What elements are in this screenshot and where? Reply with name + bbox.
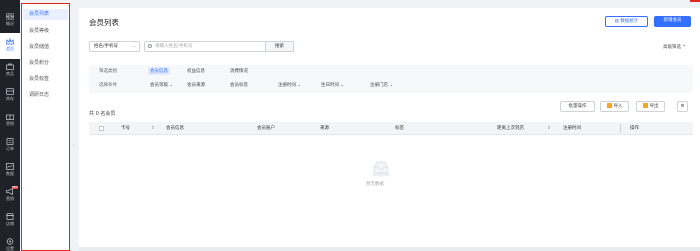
- new-badge: NEW: [12, 186, 18, 189]
- table-header: 卡号 ⇕ 会员信息 会员账户 来源 标签 距离上次到店 ⇕ 注册时间 操作: [89, 122, 693, 135]
- batch-operation-button[interactable]: 批量操作: [560, 101, 595, 112]
- nav-item-data[interactable]: 数据: [0, 158, 20, 184]
- nav-item-promo[interactable]: NEW 营销: [0, 183, 20, 209]
- column-member-account[interactable]: 会员账户: [257, 122, 275, 135]
- export-label: 导出: [649, 104, 659, 109]
- submenu-item-member-list[interactable]: 会员列表: [23, 9, 68, 20]
- nav-item-member[interactable]: 会员: [0, 33, 20, 59]
- nav-item-overview[interactable]: 概况: [0, 8, 20, 34]
- column-member-info[interactable]: 会员信息: [166, 122, 184, 135]
- nav-label: 商品: [6, 71, 14, 76]
- filter-option-register-store[interactable]: 注册门店 ⌄: [370, 82, 393, 88]
- nav-label: 营销: [6, 121, 14, 126]
- filter-option-register-time[interactable]: 注册时间 ⌄: [278, 82, 301, 88]
- sort-icon[interactable]: ⇕: [151, 122, 155, 135]
- nav-item-order[interactable]: 订单: [0, 133, 20, 159]
- column-register-time[interactable]: 注册时间: [563, 122, 581, 135]
- nav-item-settings[interactable]: 设置: [0, 233, 20, 251]
- filter-option-tags[interactable]: 会员标签: [230, 82, 248, 88]
- filter-condition-label: 选择条件: [99, 83, 117, 88]
- submenu-item-member-tags[interactable]: 会员标签: [23, 74, 68, 85]
- submenu-item-member-points[interactable]: 会员积分: [23, 58, 68, 69]
- doc-icon: [6, 138, 14, 145]
- main-nav: 概况 会员 商品 库存 营销 订单 数据 NEW 营销 店铺 设置: [0, 0, 20, 251]
- sort-icon[interactable]: ⇕: [547, 122, 551, 135]
- box-icon: [6, 88, 14, 95]
- empty-state-text: 暂无数据: [366, 182, 384, 187]
- data-stats-button[interactable]: ▥ 数据统计: [605, 16, 648, 27]
- megaphone-icon: [6, 188, 13, 195]
- filter-panel: 筛选类别 会员信息 权益信息 消费情况 选择条件 会员等级 ⌄ 会员来源 会员标…: [89, 65, 693, 93]
- advanced-filter-toggle[interactable]: 高级筛选 ^: [663, 44, 686, 50]
- search-icon: [148, 44, 152, 48]
- filter-tab-member-info[interactable]: 会员信息: [148, 67, 170, 75]
- nav-label: 店铺: [6, 221, 14, 226]
- search-input[interactable]: 请输入姓名/手机号: [144, 41, 266, 52]
- filter-tab-consumption[interactable]: 消费情况: [228, 67, 250, 75]
- horizontal-scrollbar[interactable]: [79, 247, 700, 251]
- export-icon: [642, 103, 648, 108]
- column-card-no[interactable]: 卡号: [121, 122, 130, 135]
- import-button[interactable]: 导入: [600, 101, 629, 112]
- gear-icon: [6, 238, 14, 245]
- nav-item-stock[interactable]: 库存: [0, 83, 20, 109]
- nav-label: 营销: [6, 196, 14, 201]
- filter-tab-benefits[interactable]: 权益信息: [185, 67, 207, 75]
- member-submenu: 会员列表 会员等级 会员储值 会员积分 会员标签 调研日志: [21, 3, 70, 251]
- submenu-item-survey-log[interactable]: 调研日志: [23, 90, 68, 101]
- search-type-value: 姓名/手机号: [94, 44, 119, 49]
- bag-icon: [6, 63, 14, 70]
- column-tags[interactable]: 标签: [395, 122, 404, 135]
- select-all-checkbox[interactable]: [99, 126, 104, 131]
- search-button[interactable]: 搜索: [266, 41, 294, 52]
- nav-item-goods[interactable]: 商品: [0, 58, 20, 84]
- column-source[interactable]: 来源: [320, 122, 329, 135]
- nav-label: 概况: [6, 21, 14, 26]
- main-content: 会员列表 ▥ 数据统计 新增会员 姓名/手机号 ⌄ 请输入姓名/手机号 搜索 高…: [79, 8, 700, 251]
- column-actions: 操作: [630, 126, 639, 131]
- nav-label: 数据: [6, 171, 14, 176]
- filter-option-level[interactable]: 会员等级 ⌄: [150, 82, 173, 88]
- submenu-item-member-level[interactable]: 会员等级: [23, 26, 68, 37]
- nav-label: 库存: [6, 96, 14, 101]
- filter-option-source[interactable]: 会员来源: [187, 82, 205, 88]
- search-type-select[interactable]: 姓名/手机号 ⌄: [89, 41, 140, 52]
- nav-item-store[interactable]: 店铺: [0, 208, 20, 234]
- nav-item-marketing[interactable]: 营销: [0, 108, 20, 134]
- gift-icon: [6, 114, 14, 120]
- empty-box-icon: [371, 161, 391, 177]
- highlight-marker: [690, 0, 700, 2]
- gear-icon: ⚙: [680, 104, 685, 109]
- store-icon: [6, 213, 14, 220]
- member-count: 共 0 名会员: [89, 111, 116, 117]
- export-button[interactable]: 导出: [636, 101, 665, 112]
- page-title: 会员列表: [89, 18, 119, 27]
- crown-icon: [6, 38, 14, 45]
- submenu-item-member-storage[interactable]: 会员储值: [23, 42, 68, 53]
- import-icon: [606, 103, 612, 108]
- nav-label: 设置: [6, 246, 14, 251]
- import-label: 导入: [613, 104, 623, 109]
- column-settings-button[interactable]: ⚙: [677, 101, 688, 112]
- column-last-visit[interactable]: 距离上次到店: [497, 122, 524, 135]
- chevron-down-icon: ⌄: [132, 44, 136, 49]
- column-divider: [620, 124, 621, 133]
- app-root: 概况 会员 商品 库存 营销 订单 数据 NEW 营销 店铺 设置 会员列表 会…: [0, 0, 700, 251]
- collapse-handle-icon[interactable]: ‹: [73, 143, 75, 149]
- search-placeholder: 请输入姓名/手机号: [155, 44, 193, 49]
- nav-label: 会员: [6, 46, 14, 51]
- grid-icon: [6, 13, 14, 20]
- data-stats-label: 数据统计: [620, 19, 639, 24]
- filter-category-label: 筛选类别: [99, 69, 117, 74]
- add-member-button[interactable]: 新增会员: [654, 16, 691, 27]
- chart-icon: [6, 163, 14, 170]
- filter-option-birthday[interactable]: 生日时间 ⌄: [321, 82, 344, 88]
- nav-label: 订单: [6, 146, 14, 151]
